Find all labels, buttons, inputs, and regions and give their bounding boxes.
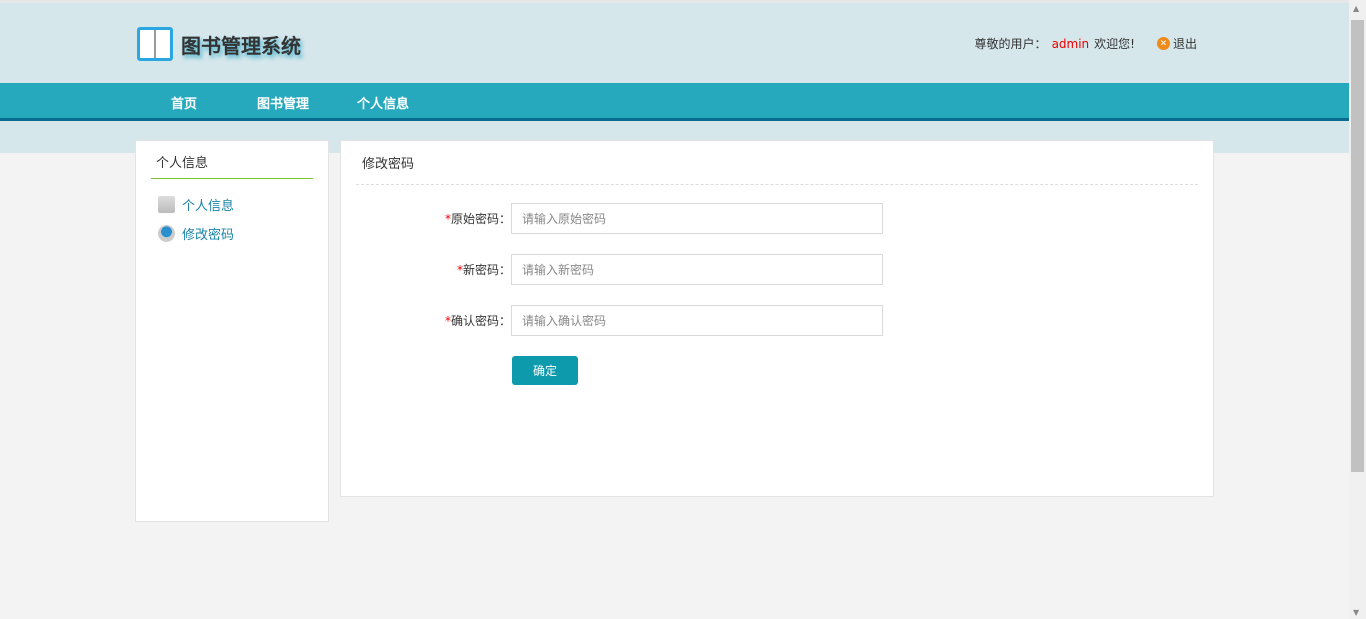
- label-text: 新密码：: [462, 263, 511, 277]
- confirm-password-label: *确认密码：: [341, 312, 511, 329]
- scroll-down-icon[interactable]: ▼: [1353, 608, 1359, 617]
- nav-home[interactable]: 首页: [171, 93, 197, 112]
- app-title: 图书管理系统: [181, 33, 301, 58]
- username: admin: [1051, 36, 1090, 51]
- sidebar-title: 个人信息: [151, 152, 313, 179]
- old-password-input[interactable]: [511, 203, 883, 234]
- vertical-scrollbar[interactable]: ▲ ▼: [1349, 0, 1366, 619]
- welcome-text: 欢迎您!: [1094, 37, 1135, 51]
- user-password-icon: [158, 225, 175, 242]
- submit-button[interactable]: 确定: [512, 356, 578, 385]
- user-info: 尊敬的用户： admin 欢迎您! ✕ 退出: [975, 35, 1197, 52]
- scroll-up-icon[interactable]: ▲: [1353, 4, 1359, 13]
- scrollbar-thumb[interactable]: [1351, 20, 1364, 472]
- logout-label: 退出: [1172, 37, 1197, 51]
- panel-title: 修改密码: [356, 153, 1198, 185]
- nav-book-management[interactable]: 图书管理: [257, 93, 309, 112]
- new-password-row: *新密码：: [341, 254, 883, 285]
- close-circle-icon: ✕: [1156, 37, 1170, 50]
- book-icon: [137, 27, 173, 61]
- old-password-label: *原始密码：: [341, 210, 511, 227]
- profile-list-icon: [158, 196, 175, 213]
- nav-personal-info[interactable]: 个人信息: [357, 93, 409, 112]
- logo: 图书管理系统: [137, 27, 301, 61]
- confirm-password-row: *确认密码：: [341, 305, 883, 336]
- sidebar-item-personal-info[interactable]: 个人信息: [158, 195, 328, 214]
- label-text: 确认密码：: [450, 314, 511, 328]
- new-password-input[interactable]: [511, 254, 883, 285]
- change-password-panel: 修改密码 *原始密码： *新密码： *确认密码： 确定: [340, 140, 1214, 497]
- new-password-label: *新密码：: [341, 261, 511, 278]
- sidebar-item-label: 个人信息: [182, 199, 235, 214]
- confirm-password-input[interactable]: [511, 305, 883, 336]
- sidebar: 个人信息 个人信息 修改密码: [135, 140, 329, 522]
- greeting: 尊敬的用户：: [974, 37, 1047, 51]
- sidebar-item-label: 修改密码: [182, 228, 235, 243]
- old-password-row: *原始密码：: [341, 203, 883, 234]
- main-nav: 首页 图书管理 个人信息: [0, 83, 1349, 121]
- sidebar-item-change-password[interactable]: 修改密码: [158, 224, 328, 243]
- logout-link[interactable]: ✕ 退出: [1156, 35, 1197, 52]
- label-text: 原始密码：: [450, 212, 511, 226]
- header: 图书管理系统 尊敬的用户： admin 欢迎您! ✕ 退出: [0, 3, 1349, 83]
